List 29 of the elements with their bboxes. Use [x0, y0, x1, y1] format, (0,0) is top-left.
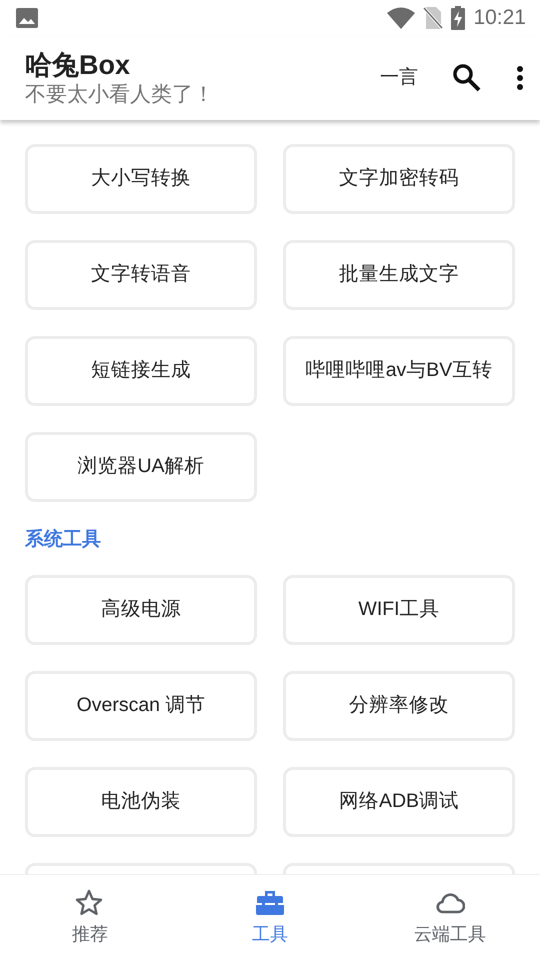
section-heading: 系统工具	[25, 528, 102, 552]
tool-button[interactable]: 哔哩哔哩av与BV互转	[283, 336, 515, 406]
quote-button[interactable]: 一言	[380, 64, 418, 92]
toolbox-icon	[255, 889, 285, 917]
tool-button[interactable]: 大小写转换	[25, 144, 257, 214]
battery-charging-icon	[451, 6, 466, 30]
no-sim-icon	[423, 7, 444, 29]
tool-button[interactable]: 网络ADB调试	[283, 766, 515, 836]
wifi-icon	[387, 7, 416, 29]
tool-button[interactable]: 文字转语音	[25, 240, 257, 310]
tool-button[interactable]: 分辨率修改	[283, 670, 515, 740]
clock-time: 10:21	[473, 5, 526, 32]
tool-button[interactable]: 短链接生成	[25, 336, 257, 406]
star-icon	[75, 889, 105, 917]
tool-button[interactable]: WIFI工具	[283, 574, 515, 644]
tool-button[interactable]: 文字加密转码	[283, 144, 515, 214]
tool-button[interactable]: Overscan 调节	[25, 670, 257, 740]
tool-button[interactable]: 电池伪装	[25, 766, 257, 836]
nav-tab[interactable]: 云端工具	[360, 875, 540, 960]
nav-tab[interactable]: 推荐	[0, 875, 180, 960]
more-menu-icon[interactable]	[516, 65, 524, 91]
search-icon[interactable]	[452, 63, 482, 93]
app-title: 哈兔Box	[25, 49, 132, 82]
tool-button[interactable]: 批量生成文字	[283, 240, 515, 310]
tool-button[interactable]: 高级电源	[25, 574, 257, 644]
tool-button[interactable]: 浏览器UA解析	[25, 432, 257, 502]
app-subtitle: 不要太小看人类了！	[25, 82, 214, 107]
nav-tab[interactable]: 工具	[180, 875, 360, 960]
image-icon	[16, 8, 38, 28]
